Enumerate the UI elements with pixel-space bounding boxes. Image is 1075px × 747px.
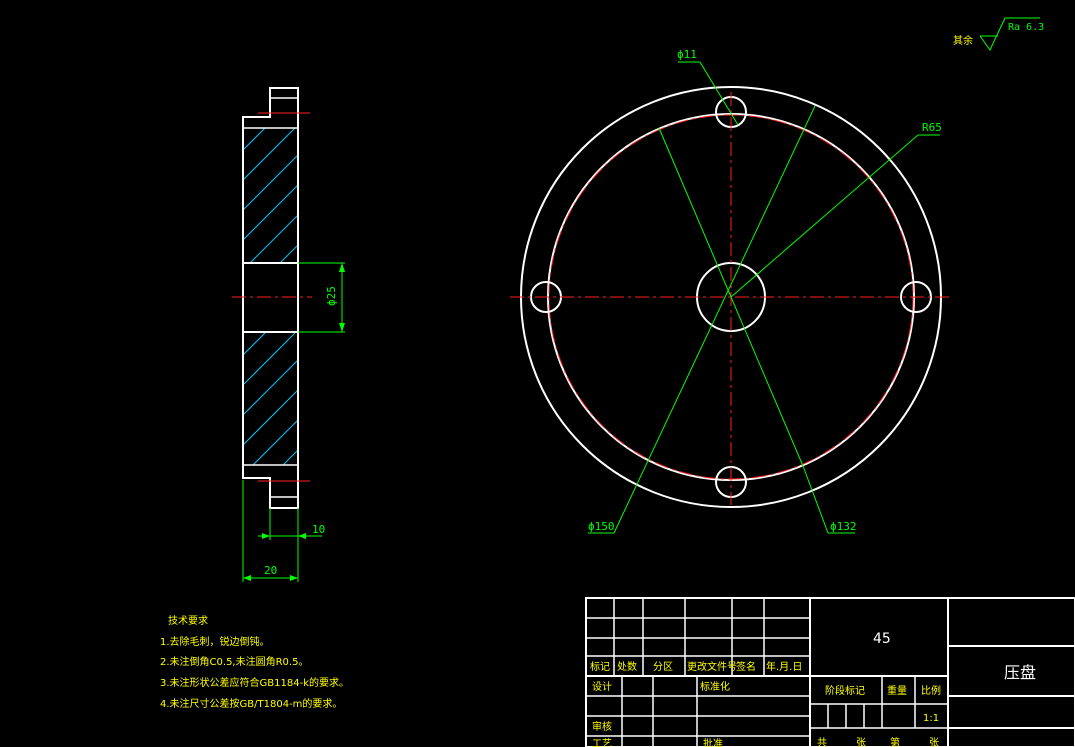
tb-material: 45: [873, 631, 891, 647]
tb-sheet: 张: [856, 737, 866, 747]
tb-total: 共: [817, 737, 827, 747]
hatch-upper: [242, 127, 299, 264]
tech-requirements: 技术要求 1.去除毛刺，锐边倒钝。 2.未注倒角C0.5,未注圆角R0.5。 3…: [160, 614, 349, 710]
title-block: 标记 处数 分区 更改文件号 签名 年.月.日 设计 标准化 审核 工艺 批准 …: [585, 597, 1075, 747]
outer-dia-label: ϕ150: [588, 520, 615, 533]
tb-stage-mark: 阶段标记: [825, 684, 865, 697]
tb-page: 第: [890, 736, 900, 747]
section-outline: [242, 87, 299, 509]
tb-header: 标记: [590, 661, 610, 673]
bore-dia-label: ϕ25: [325, 286, 338, 306]
tb-design: 设计: [592, 680, 612, 693]
tech-req-item: 4.未注尺寸公差按GB/T1804-m的要求。: [160, 697, 342, 710]
tb-standardize: 标准化: [700, 680, 730, 693]
tb-header: 分区: [653, 661, 673, 673]
width-small-label: 10: [312, 523, 325, 536]
roughness-symbol: 其余 Ra 6.3: [953, 17, 1044, 51]
tech-req-title: 技术要求: [168, 614, 208, 627]
section-view: ϕ25 10 20: [232, 87, 345, 582]
hatch-lower: [242, 332, 299, 466]
roughness-value: Ra 6.3: [1008, 22, 1044, 33]
tb-header: 年.月.日: [766, 660, 802, 673]
cad-drawing: ϕ25 10 20 ϕ11 R65 ϕ150 ϕ132 其余 Ra 6.3 技术…: [160, 17, 1075, 747]
hole-dia-label: ϕ11: [677, 48, 697, 61]
tb-header: 处数: [617, 660, 637, 673]
tb-header: 签名: [736, 660, 756, 673]
tb-weight: 重量: [887, 684, 907, 697]
tb-sheet2: 张: [929, 737, 939, 747]
tb-part-name: 压盘: [1004, 663, 1036, 682]
radius-label: R65: [922, 121, 942, 134]
front-view: ϕ11 R65 ϕ150 ϕ132: [510, 48, 950, 534]
tb-header: 更改文件号: [687, 660, 737, 673]
tech-req-item: 2.未注倒角C0.5,未注圆角R0.5。: [160, 655, 308, 668]
tb-review: 审核: [592, 720, 612, 733]
tb-process: 工艺: [592, 738, 612, 747]
tech-req-item: 3.未注形状公差应符合GB1184-k的要求。: [160, 676, 349, 689]
width-total-label: 20: [264, 564, 277, 577]
tech-req-item: 1.去除毛刺，锐边倒钝。: [160, 635, 270, 648]
tb-approve: 批准: [703, 737, 723, 747]
pcd-dia-label: ϕ132: [830, 520, 857, 533]
tb-scale: 比例: [921, 684, 941, 697]
roughness-prefix: 其余: [953, 34, 973, 47]
tb-scale-value: 1:1: [923, 713, 939, 724]
